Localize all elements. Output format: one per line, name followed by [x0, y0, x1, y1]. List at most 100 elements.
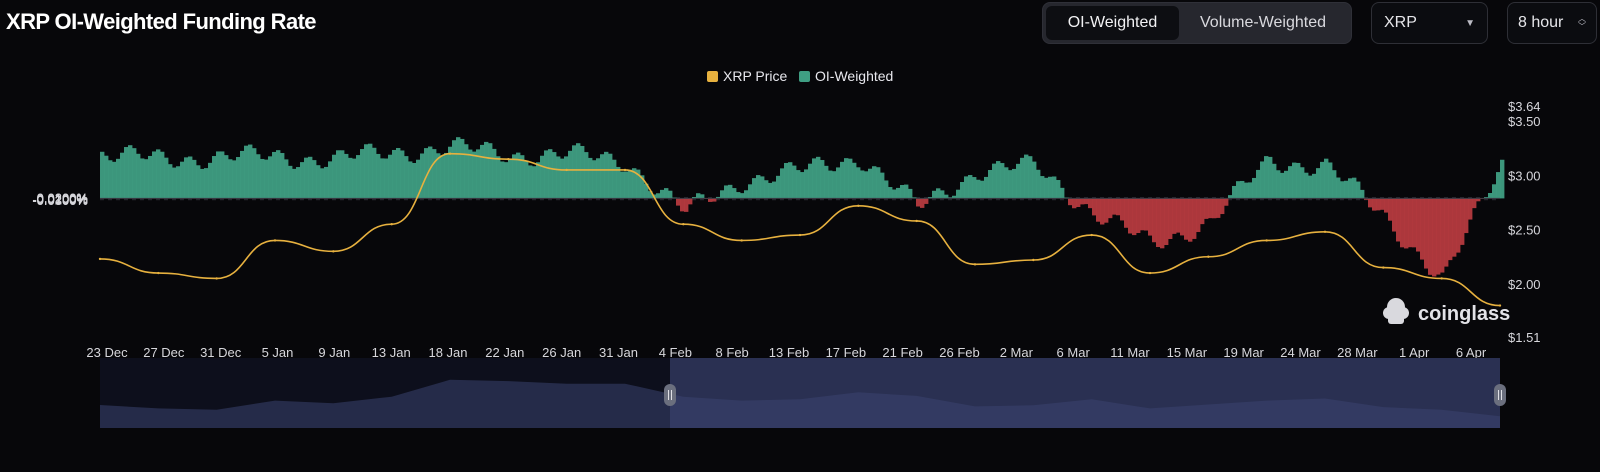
- funding-bar: [748, 184, 753, 199]
- funding-bar: [1444, 198, 1449, 267]
- funding-bar: [924, 198, 929, 204]
- funding-bar: [968, 175, 973, 199]
- x-tick-label: 4 Feb: [659, 345, 692, 360]
- funding-bar: [812, 158, 817, 199]
- funding-bar: [568, 150, 573, 199]
- funding-bar: [232, 160, 237, 199]
- funding-bar: [900, 185, 905, 199]
- navigator-handle-right[interactable]: [1494, 384, 1506, 406]
- x-tick-label: 28 Mar: [1337, 345, 1378, 360]
- funding-bar: [248, 144, 253, 199]
- x-tick-label: 23 Dec: [86, 345, 128, 360]
- funding-bar: [604, 151, 609, 199]
- right-tick-label: $3.64: [1508, 99, 1541, 114]
- funding-bar: [1352, 177, 1357, 199]
- funding-bar: [1092, 198, 1097, 216]
- funding-bar: [820, 160, 825, 199]
- funding-bar: [1496, 172, 1501, 199]
- legend-item-oi[interactable]: OI-Weighted: [799, 68, 893, 84]
- funding-bar: [244, 145, 249, 199]
- funding-bar: [236, 157, 241, 199]
- funding-bar: [364, 144, 369, 199]
- funding-bar: [1392, 198, 1397, 232]
- funding-bar: [104, 155, 109, 199]
- funding-bar: [1396, 198, 1401, 242]
- range-navigator[interactable]: [100, 358, 1506, 428]
- funding-bar: [352, 158, 357, 199]
- funding-bar: [196, 165, 201, 199]
- funding-bar: [1188, 198, 1193, 242]
- funding-bar: [540, 155, 545, 199]
- funding-bar: [1348, 178, 1353, 199]
- funding-bar: [1312, 173, 1317, 199]
- x-tick-label: 6 Apr: [1456, 345, 1487, 360]
- funding-bar: [324, 166, 329, 199]
- funding-bar: [1088, 198, 1093, 209]
- funding-bar: [432, 149, 437, 199]
- x-tick-label: 19 Mar: [1223, 345, 1264, 360]
- price-point: [215, 277, 218, 280]
- funding-bar: [772, 181, 777, 199]
- funding-bar: [904, 184, 909, 199]
- funding-bar: [1192, 198, 1197, 239]
- funding-bar: [1244, 182, 1249, 199]
- funding-bar: [1300, 167, 1305, 199]
- price-point: [273, 239, 277, 242]
- funding-bar: [932, 190, 937, 199]
- funding-bar: [164, 157, 169, 199]
- funding-bar: [1344, 180, 1349, 199]
- funding-bar: [888, 187, 893, 199]
- funding-bar: [240, 150, 245, 199]
- funding-bar: [792, 165, 797, 199]
- x-axis: 23 Dec 27 Dec 31 Dec 5 Jan 9 Jan 13 Jan 18 Jan…: [86, 345, 1486, 360]
- funding-bar: [492, 148, 497, 199]
- funding-bar: [340, 150, 345, 199]
- funding-bar: [536, 162, 541, 199]
- legend-oi-label: OI-Weighted: [815, 68, 893, 84]
- funding-bar: [1140, 198, 1145, 231]
- funding-bar: [1420, 198, 1425, 260]
- funding-bar: [180, 161, 185, 199]
- funding-bar: [976, 179, 981, 199]
- funding-bar: [1116, 198, 1121, 216]
- funding-bar: [1000, 163, 1005, 199]
- funding-bar: [1404, 198, 1409, 249]
- price-point: [390, 223, 393, 226]
- price-point: [682, 223, 685, 226]
- funding-bar: [1468, 198, 1473, 220]
- funding-bar: [1380, 198, 1385, 210]
- funding-bar: [1500, 159, 1505, 199]
- funding-bar: [700, 194, 705, 199]
- funding-bar: [1264, 156, 1269, 199]
- funding-bar: [816, 156, 821, 199]
- funding-bar: [356, 155, 361, 199]
- funding-bar: [1120, 198, 1125, 221]
- funding-bar: [1072, 198, 1077, 209]
- funding-bar: [1388, 198, 1393, 221]
- funding-bar: [1180, 198, 1185, 236]
- funding-bar: [1320, 161, 1325, 199]
- funding-bar: [512, 154, 517, 199]
- funding-bar: [1432, 198, 1437, 277]
- funding-bar: [796, 170, 801, 199]
- legend-price-swatch: [707, 71, 718, 82]
- funding-bar: [252, 148, 257, 199]
- chart-legend: XRP Price OI-Weighted: [707, 68, 893, 84]
- funding-bar: [368, 143, 373, 199]
- funding-bar: [392, 149, 397, 199]
- funding-bar: [580, 145, 585, 199]
- funding-bar: [828, 170, 833, 199]
- funding-bar: [684, 198, 689, 212]
- funding-bar: [452, 140, 457, 199]
- funding-bar: [1292, 162, 1297, 199]
- funding-bar: [764, 180, 769, 199]
- x-tick-label: 26 Jan: [542, 345, 581, 360]
- price-point: [973, 263, 977, 266]
- funding-bar: [1060, 187, 1065, 199]
- legend-item-price[interactable]: XRP Price: [707, 68, 788, 84]
- funding-bar: [168, 164, 173, 199]
- navigator-handle-left[interactable]: [664, 384, 676, 406]
- left-axis: 0.0200%0.0100%0%-0.0100%-0.0200%-0.0300%: [32, 190, 88, 207]
- funding-bar: [344, 153, 349, 199]
- price-point: [1382, 266, 1385, 269]
